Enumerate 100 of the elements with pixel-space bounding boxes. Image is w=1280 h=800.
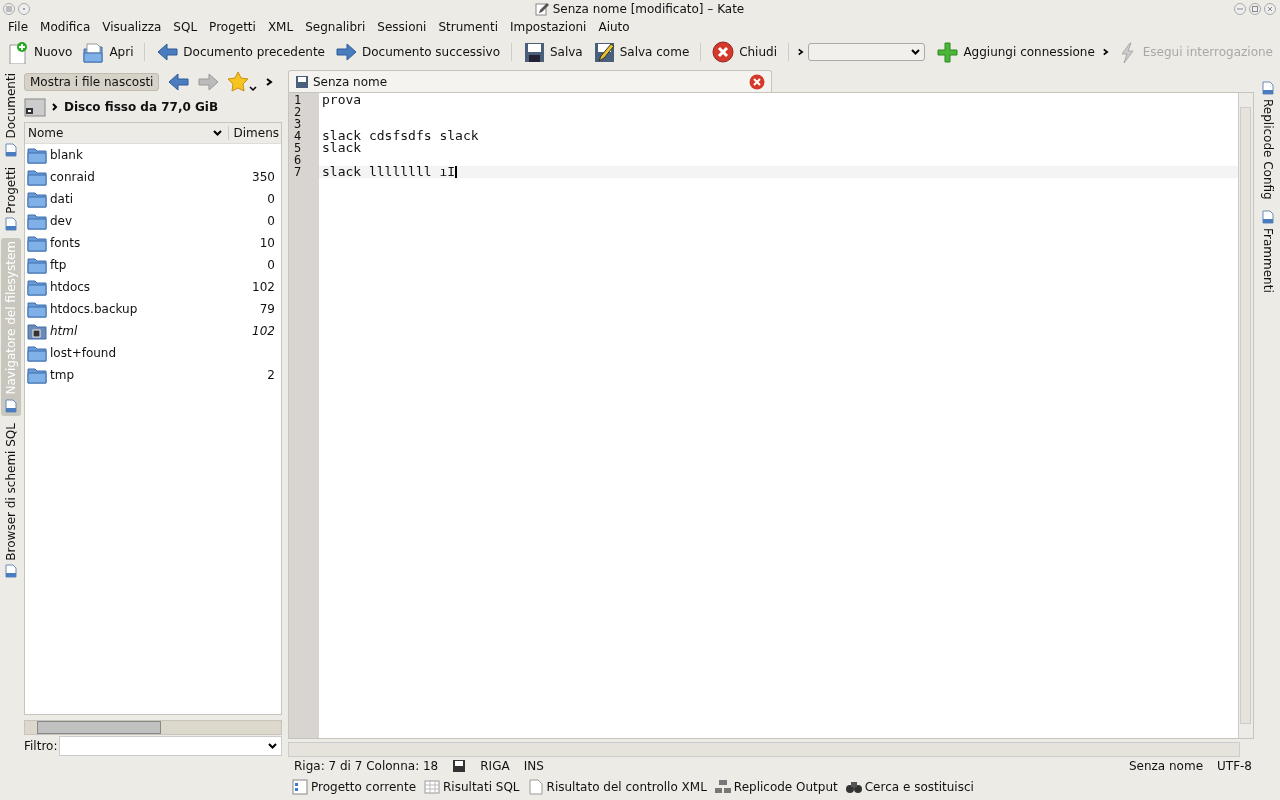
folder-icon — [27, 146, 47, 164]
document-icon — [1261, 81, 1275, 95]
toolbar-button[interactable]: Salva — [519, 38, 586, 66]
column-header[interactable]: Nome — [25, 126, 230, 140]
chevron-icon[interactable] — [265, 77, 274, 87]
folder-icon — [27, 278, 47, 296]
table-icon — [424, 779, 440, 795]
file-size: 2 — [267, 368, 276, 382]
file-size: 0 — [267, 214, 276, 228]
location-crumb[interactable]: Disco fisso da 77,0 GiB — [64, 100, 219, 114]
floppy-pencil-icon — [592, 40, 616, 64]
line-number: 6 — [293, 154, 303, 166]
column-header[interactable]: Dimens — [229, 126, 281, 140]
side-tab[interactable]: Documenti — [1, 70, 21, 160]
menu-item[interactable]: Progetti — [203, 19, 262, 34]
minimize-icon[interactable] — [1234, 2, 1246, 15]
side-tab[interactable]: Frammenti — [1258, 206, 1278, 296]
close-tab-icon[interactable] — [749, 73, 765, 90]
binoculars-icon — [845, 779, 862, 795]
linked-folder-icon — [27, 322, 47, 340]
file-name[interactable]: htdocs.backup — [50, 302, 257, 316]
file-size: 350 — [252, 170, 276, 184]
folder-icon — [27, 344, 47, 362]
text-cursor — [455, 166, 458, 178]
sort-caret-icon — [213, 130, 223, 136]
vertical-scrollbar[interactable] — [1238, 93, 1253, 738]
horizontal-scrollbar[interactable] — [24, 720, 282, 735]
horizontal-scrollbar[interactable] — [288, 742, 1240, 757]
folder-icon — [27, 300, 47, 318]
document-pencil-icon — [534, 1, 549, 16]
toolbar-button[interactable]: Nuovo — [4, 38, 76, 66]
chevron-icon — [52, 102, 58, 112]
file-size: 0 — [267, 258, 276, 272]
file-name[interactable]: html — [50, 324, 250, 338]
side-tab[interactable]: Browser di schemi SQL — [1, 419, 21, 582]
document-tab[interactable]: Senza nome — [288, 70, 772, 92]
file-size: 10 — [259, 236, 276, 250]
right-arrow-icon — [335, 40, 358, 64]
line-number: 7 — [293, 166, 303, 178]
menu-item[interactable]: Impostazioni — [504, 19, 593, 34]
toolbar-button[interactable]: Chiudi — [709, 38, 780, 66]
folder-icon — [82, 40, 106, 64]
tool-view-tab[interactable]: Risultato del controllo XML — [525, 777, 709, 797]
tool-view-tab[interactable]: Risultati SQL — [422, 777, 522, 797]
menu-item[interactable]: SQL — [167, 19, 204, 34]
file-size: 0 — [267, 192, 276, 206]
pin-icon[interactable] — [18, 2, 30, 15]
star-icon[interactable] — [227, 71, 258, 93]
menu-item[interactable]: Segnalibri — [299, 19, 372, 34]
chevron-icon[interactable] — [1101, 47, 1109, 57]
window-title: Senza nome [modificato] – Kate — [552, 1, 745, 16]
close-icon[interactable] — [1264, 2, 1276, 15]
side-tab[interactable]: Replicode Config — [1258, 78, 1278, 203]
code-line: slack cdsfsdfs slack — [322, 130, 479, 142]
menu-icon[interactable] — [3, 2, 15, 15]
menu-item[interactable]: Strumenti — [432, 19, 504, 34]
side-tab[interactable]: Progetti — [1, 163, 21, 235]
maximize-icon[interactable] — [1249, 2, 1261, 15]
toolbar-button[interactable]: Documento successivo — [332, 38, 504, 66]
toolbar-button[interactable]: Salva come — [589, 38, 693, 66]
folder-icon — [27, 256, 47, 274]
line-number: 2 — [293, 106, 303, 118]
file-name[interactable]: conraid — [50, 170, 250, 184]
file-name[interactable]: dev — [50, 214, 265, 228]
folder-icon — [27, 168, 47, 186]
menu-item[interactable]: Aiuto — [592, 19, 636, 34]
menu-item[interactable]: Visualizza — [96, 19, 168, 34]
document-icon — [4, 217, 18, 232]
tool-view-tab[interactable]: Replicode Output — [712, 777, 840, 797]
menu-item[interactable]: File — [2, 19, 35, 34]
cursor-position: Riga: 7 di 7 Colonna: 18 — [294, 758, 439, 773]
tool-view-tab[interactable]: Cerca e sostituisci — [843, 777, 976, 797]
forward-arrow-icon[interactable] — [197, 71, 220, 93]
toolbar-button[interactable]: Apri — [79, 38, 137, 66]
file-name[interactable]: fonts — [50, 236, 257, 250]
filter-field[interactable] — [59, 736, 282, 756]
chevron-icon[interactable] — [796, 47, 804, 57]
menu-item[interactable]: XML — [261, 19, 300, 34]
file-name[interactable]: lost+found — [50, 346, 281, 360]
menu-item[interactable]: Sessioni — [371, 19, 433, 34]
dropdown-caret-icon — [268, 743, 277, 749]
file-name[interactable]: ftp — [50, 258, 265, 272]
left-arrow-icon — [156, 40, 180, 64]
back-arrow-icon[interactable] — [167, 71, 190, 93]
tool-view-tab[interactable]: Progetto corrente — [290, 777, 418, 797]
toolbar-button[interactable]: Aggiungi connessione — [933, 38, 1098, 66]
document-plus-icon — [7, 40, 30, 64]
file-name[interactable]: tmp — [50, 368, 265, 382]
document-icon — [527, 779, 544, 795]
code-line: slack — [322, 142, 362, 154]
show-hidden-files-button[interactable]: Mostra i file nascosti — [24, 73, 160, 91]
file-name[interactable]: dati — [50, 192, 265, 206]
file-name[interactable]: htdocs — [50, 280, 250, 294]
toolbar-button[interactable]: Documento precedente — [153, 38, 328, 66]
list-icon — [292, 779, 308, 795]
insert-mode: INS — [523, 758, 544, 773]
document-icon — [4, 564, 18, 579]
file-name[interactable]: blank — [50, 148, 281, 162]
dropdown-caret-icon — [911, 49, 921, 55]
menu-item[interactable]: Modifica — [34, 19, 97, 34]
